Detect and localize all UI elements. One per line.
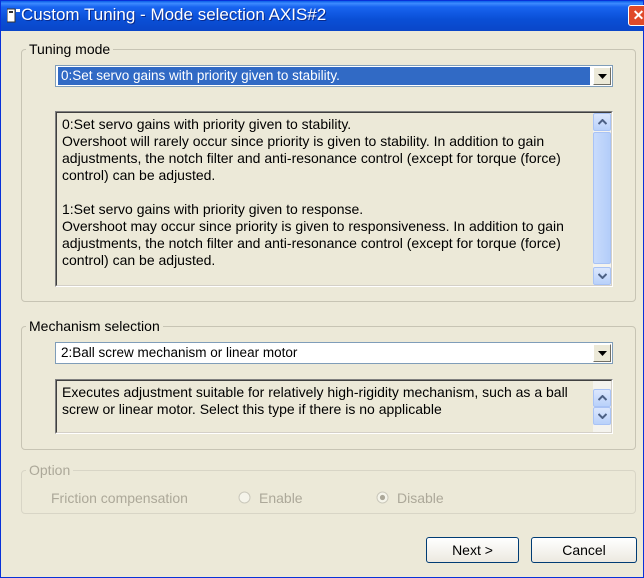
- chevron-down-icon: [598, 413, 607, 419]
- scroll-up-button[interactable]: [593, 113, 611, 131]
- mechanism-scrollbar[interactable]: [593, 381, 611, 432]
- window-title: Custom Tuning - Mode selection AXIS#2: [21, 5, 327, 24]
- option-group-label: Option: [26, 462, 74, 478]
- close-button[interactable]: ✕: [628, 5, 644, 26]
- tuning-mode-selected-value: 0:Set servo gains with priority given to…: [58, 67, 590, 85]
- scroll-up-button[interactable]: [593, 389, 611, 407]
- tuning-mode-dropdown-button[interactable]: [593, 67, 611, 85]
- mechanism-description[interactable]: Executes adjustment suitable for relativ…: [55, 379, 613, 434]
- mechanism-select[interactable]: 2:Ball screw mechanism or linear motor: [55, 342, 613, 364]
- chevron-down-icon: [598, 74, 607, 79]
- chevron-down-icon: [598, 273, 607, 279]
- mechanism-description-text: Executes adjustment suitable for relativ…: [62, 384, 568, 417]
- tuning-mode-description[interactable]: 0:Set servo gains with priority given to…: [55, 111, 613, 287]
- cancel-button[interactable]: Cancel: [531, 537, 637, 563]
- title-bar[interactable]: Custom Tuning - Mode selection AXIS#2 ✕: [1, 1, 644, 31]
- scroll-down-button[interactable]: [593, 267, 611, 285]
- friction-compensation-label: Friction compensation: [51, 490, 188, 506]
- tuning-mode-description-option-0: 0:Set servo gains with priority given to…: [62, 116, 561, 183]
- mechanism-group-label: Mechanism selection: [26, 318, 163, 334]
- mechanism-selected-value: 2:Ball screw mechanism or linear motor: [61, 345, 298, 360]
- chevron-up-icon: [598, 395, 607, 401]
- enable-radio[interactable]: [238, 491, 251, 504]
- tuning-mode-select[interactable]: 0:Set servo gains with priority given to…: [55, 65, 613, 87]
- mechanism-dropdown-button[interactable]: [593, 344, 611, 362]
- tuning-mode-description-option-1: 1:Set servo gains with priority given to…: [62, 201, 564, 268]
- app-icon: [7, 8, 20, 23]
- tuning-mode-description-text: 0:Set servo gains with priority given to…: [62, 116, 586, 286]
- dialog-window: Custom Tuning - Mode selection AXIS#2 ✕ …: [0, 0, 644, 578]
- disable-label[interactable]: Disable: [397, 490, 444, 506]
- close-icon: ✕: [632, 7, 644, 23]
- enable-label[interactable]: Enable: [259, 490, 303, 506]
- tuning-mode-group-label: Tuning mode: [26, 41, 114, 57]
- disable-radio[interactable]: [376, 491, 389, 504]
- chevron-down-icon: [598, 351, 607, 356]
- chevron-up-icon: [598, 119, 607, 125]
- tuning-mode-scrollbar[interactable]: [593, 113, 611, 285]
- next-button[interactable]: Next >: [426, 537, 519, 563]
- scroll-down-button[interactable]: [593, 407, 611, 425]
- scroll-thumb[interactable]: [593, 132, 611, 264]
